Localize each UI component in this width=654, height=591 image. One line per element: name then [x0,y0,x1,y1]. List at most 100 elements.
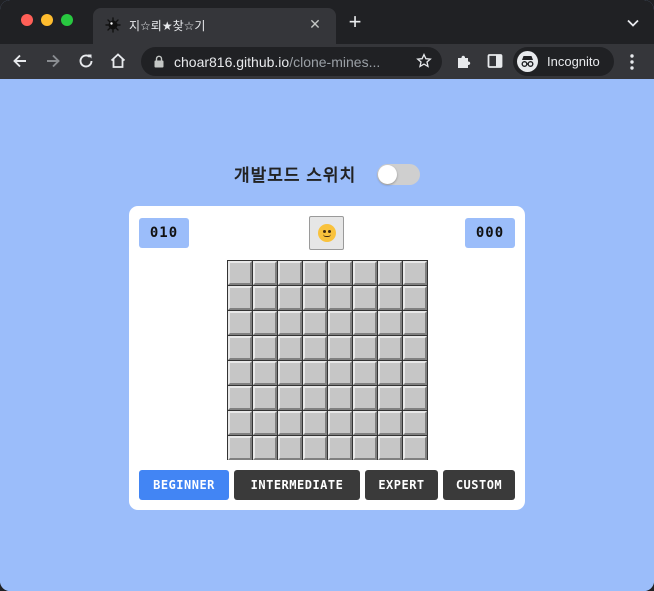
minimize-window-button[interactable] [41,14,53,26]
url-text: choar816.github.io/clone-mines... [174,54,380,70]
mine-counter: 010 [139,218,189,248]
board-cell[interactable] [253,436,277,460]
board-cell[interactable] [303,411,327,435]
active-tab[interactable]: 지☆뢰★찾☆기 ✕ [93,8,336,44]
board-cell[interactable] [328,411,352,435]
back-icon[interactable] [10,51,30,71]
board-cell[interactable] [303,361,327,385]
board-cell[interactable] [378,386,402,410]
url-path: /clone-mines... [289,54,381,70]
board-cell[interactable] [253,261,277,285]
board-cell[interactable] [403,286,427,310]
browser-window: 지☆뢰★찾☆기 ✕ + choar816.github.io/clone-min… [0,0,654,591]
board-cell[interactable] [378,261,402,285]
board-cell[interactable] [303,286,327,310]
board-cell[interactable] [403,311,427,335]
board-cell[interactable] [403,411,427,435]
board-cell[interactable] [353,286,377,310]
board-cell[interactable] [253,361,277,385]
board-cell[interactable] [278,386,302,410]
bug-favicon-icon [105,17,121,33]
address-bar[interactable]: choar816.github.io/clone-mines... [141,47,442,76]
board-cell[interactable] [353,436,377,460]
board-cell[interactable] [353,386,377,410]
board-cell[interactable] [278,261,302,285]
expert-button[interactable]: EXPERT [365,470,438,500]
board-cell[interactable] [253,411,277,435]
extensions-icon[interactable] [454,51,474,71]
board-cell[interactable] [228,261,252,285]
close-icon[interactable]: ✕ [306,15,324,33]
toggle-knob [378,165,397,184]
board-cell[interactable] [228,436,252,460]
board-cell[interactable] [303,336,327,360]
board-cell[interactable] [303,436,327,460]
board-cell[interactable] [278,411,302,435]
url-host: choar816.github.io [174,54,290,70]
board-cell[interactable] [353,336,377,360]
board-cell[interactable] [228,311,252,335]
page-content: 개발모드 스위치 010 000 BEGINNER INTERMEDIATE E… [0,79,654,591]
board-cell[interactable] [328,311,352,335]
profile-label: Incognito [547,54,600,69]
board-cell[interactable] [328,361,352,385]
board-cell[interactable] [228,386,252,410]
board-cell[interactable] [328,336,352,360]
reset-face-button[interactable] [309,216,344,250]
board-cell[interactable] [303,261,327,285]
board-cell[interactable] [328,286,352,310]
board-cell[interactable] [253,286,277,310]
board-cell[interactable] [403,336,427,360]
board-cell[interactable] [303,311,327,335]
board-cell[interactable] [253,336,277,360]
custom-button[interactable]: CUSTOM [443,470,515,500]
board-cell[interactable] [378,361,402,385]
mine-board [227,260,428,460]
board-cell[interactable] [278,286,302,310]
board-cell[interactable] [278,361,302,385]
board-cell[interactable] [378,286,402,310]
board-cell[interactable] [303,386,327,410]
close-window-button[interactable] [21,14,33,26]
board-cell[interactable] [228,286,252,310]
board-cell[interactable] [378,336,402,360]
kebab-menu-icon[interactable] [624,53,640,71]
board-cell[interactable] [328,386,352,410]
maximize-window-button[interactable] [61,14,73,26]
reload-icon[interactable] [76,51,96,71]
beginner-button[interactable]: BEGINNER [139,470,229,500]
board-cell[interactable] [228,411,252,435]
board-cell[interactable] [253,386,277,410]
home-icon[interactable] [108,51,128,71]
incognito-profile-button[interactable]: Incognito [513,47,614,76]
board-cell[interactable] [253,311,277,335]
board-cell[interactable] [378,411,402,435]
board-cell[interactable] [228,336,252,360]
board-cell[interactable] [278,336,302,360]
board-cell[interactable] [403,436,427,460]
star-icon[interactable] [416,53,432,69]
incognito-icon [517,51,538,72]
board-cell[interactable] [353,261,377,285]
intermediate-button[interactable]: INTERMEDIATE [234,470,360,500]
board-cell[interactable] [403,261,427,285]
board-cell[interactable] [353,311,377,335]
board-cell[interactable] [353,361,377,385]
board-cell[interactable] [328,261,352,285]
board-cell[interactable] [353,411,377,435]
minesweeper-panel: 010 000 BEGINNER INTERMEDIATE EXPERT CUS… [129,206,525,510]
board-cell[interactable] [403,361,427,385]
forward-icon[interactable] [43,51,63,71]
lock-icon[interactable] [153,55,165,68]
board-cell[interactable] [278,311,302,335]
board-cell[interactable] [278,436,302,460]
board-cell[interactable] [328,436,352,460]
board-cell[interactable] [378,436,402,460]
board-cell[interactable] [228,361,252,385]
dev-mode-toggle[interactable] [377,164,420,185]
board-cell[interactable] [403,386,427,410]
board-cell[interactable] [378,311,402,335]
plus-icon[interactable]: + [344,11,366,34]
chevron-down-icon[interactable] [626,16,640,30]
sidepanel-icon[interactable] [485,51,505,71]
